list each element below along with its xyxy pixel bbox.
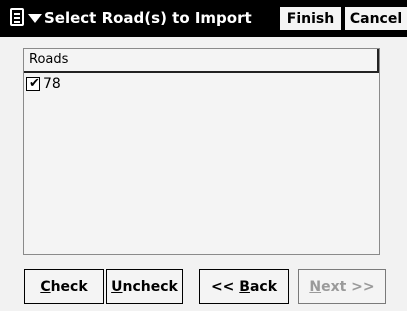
- cancel-button[interactable]: Cancel: [344, 6, 407, 31]
- start-menu-button[interactable]: [4, 4, 44, 33]
- list-item[interactable]: ✔ 78: [26, 76, 61, 92]
- next-button[interactable]: Next >>: [298, 269, 386, 304]
- back-mnemonic: B: [239, 278, 250, 295]
- check-mnemonic: C: [40, 278, 51, 295]
- title-bar: Select Road(s) to Import Finish Cancel: [0, 0, 407, 37]
- list-column-header[interactable]: Roads: [24, 49, 379, 73]
- start-menu-icon: [10, 8, 24, 26]
- back-label-rest: ack: [249, 278, 278, 295]
- check-label-rest: heck: [50, 278, 88, 295]
- dropdown-arrow-icon: [28, 14, 42, 23]
- back-prefix: <<: [210, 278, 240, 295]
- uncheck-label-rest: ncheck: [122, 278, 178, 295]
- uncheck-mnemonic: U: [111, 278, 123, 295]
- checkmark-icon: ✔: [29, 76, 40, 91]
- back-button[interactable]: << Back: [199, 269, 289, 304]
- road-label: 78: [43, 76, 61, 92]
- window-title: Select Road(s) to Import: [44, 9, 252, 27]
- road-checkbox[interactable]: ✔: [26, 77, 40, 91]
- finish-button[interactable]: Finish: [279, 6, 342, 31]
- uncheck-button[interactable]: Uncheck: [106, 269, 183, 304]
- next-label-rest: ext >>: [321, 278, 375, 295]
- next-mnemonic: N: [309, 278, 322, 295]
- roads-list[interactable]: Roads ✔ 78: [23, 48, 380, 255]
- check-button[interactable]: Check: [24, 269, 104, 304]
